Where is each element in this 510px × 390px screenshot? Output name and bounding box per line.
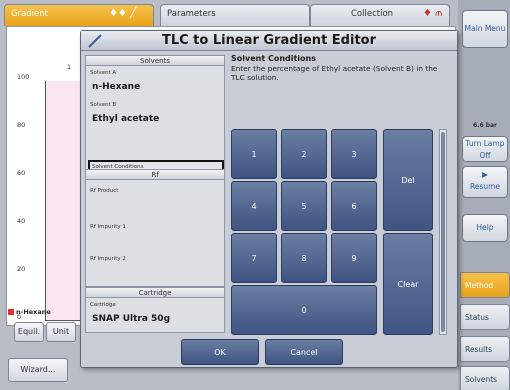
- tab-gradient-label: Gradient: [11, 9, 48, 19]
- solvents-group: Solvents Solvent A n-Hexane Solvent B Et…: [85, 55, 225, 192]
- cartridge-group-title: Cartridge: [86, 288, 224, 298]
- rf-impurity-1-field[interactable]: Rf Impurity 1: [90, 224, 126, 230]
- tlc-gradient-editor-dialog: TLC to Linear Gradient Editor Solvents S…: [80, 30, 458, 368]
- rf-group: Rf Rf Product Rf Impurity 1 Rf Impurity …: [85, 169, 225, 287]
- key-3[interactable]: 3: [331, 129, 377, 179]
- turn-lamp-off-button[interactable]: Turn Lamp Off: [462, 136, 508, 162]
- scrollbar-thumb[interactable]: [441, 132, 445, 332]
- solvents-group-title: Solvents: [86, 56, 224, 66]
- equil-button[interactable]: Equil.: [14, 322, 44, 342]
- key-7[interactable]: 7: [231, 233, 277, 283]
- y-tick-80: 80: [17, 121, 26, 129]
- side-tab-status[interactable]: Status: [460, 304, 510, 330]
- y-tick-60: 60: [17, 169, 26, 177]
- tab-gradient[interactable]: Gradient ♦♦ ╱: [4, 4, 154, 26]
- key-8[interactable]: 8: [281, 233, 327, 283]
- cancel-button[interactable]: Cancel: [265, 339, 343, 365]
- unit-button[interactable]: Unit: [46, 322, 76, 342]
- cartridge-label: Cartridge: [90, 302, 116, 308]
- description-text: Enter the percentage of Ethyl acetate (S…: [231, 64, 438, 82]
- legend-label: n-Hexane: [16, 308, 51, 316]
- key-1[interactable]: 1: [231, 129, 277, 179]
- tab-parameters[interactable]: Parameters: [160, 4, 310, 26]
- cartridge-group: Cartridge Cartridge SNAP Ultra 50g: [85, 287, 225, 333]
- solvent-b-value[interactable]: Ethyl acetate: [92, 114, 159, 124]
- side-tab-results[interactable]: Results: [460, 336, 510, 362]
- resume-button[interactable]: ▶ Resume: [462, 166, 508, 198]
- dialog-title: TLC to Linear Gradient Editor: [161, 33, 377, 48]
- dialog-scrollbar[interactable]: [439, 129, 447, 335]
- key-5[interactable]: 5: [281, 181, 327, 231]
- solvent-a-label: Solvent A: [90, 70, 117, 76]
- ok-button[interactable]: OK: [181, 339, 259, 365]
- solvent-a-value[interactable]: n-Hexane: [92, 82, 140, 92]
- solvent-b-label: Solvent B: [90, 102, 117, 108]
- side-tab-solvents[interactable]: Solvents: [460, 366, 510, 390]
- key-6[interactable]: 6: [331, 181, 377, 231]
- side-tab-method[interactable]: Method: [460, 272, 510, 298]
- description-title: Solvent Conditions: [231, 54, 316, 63]
- key-4[interactable]: 4: [231, 181, 277, 231]
- help-button[interactable]: Help: [462, 214, 508, 242]
- pressure-readout: 6.6 bar: [472, 122, 498, 129]
- key-9[interactable]: 9: [331, 233, 377, 283]
- tab-collection-label: Collection: [351, 9, 394, 19]
- resume-label: Resume: [469, 182, 501, 191]
- wizard-button[interactable]: Wizard...: [8, 358, 68, 382]
- cartridge-value[interactable]: SNAP Ultra 50g: [92, 314, 170, 324]
- main-menu-button[interactable]: Main Menu: [462, 10, 508, 48]
- legend-swatch: [8, 309, 14, 315]
- x-axis-mark: 1: [67, 63, 72, 71]
- tab-collection[interactable]: Collection ♦ ⫙: [310, 4, 450, 26]
- y-tick-40: 40: [17, 217, 26, 225]
- legend-n-hexane: n-Hexane: [8, 308, 51, 316]
- rf-group-title: Rf: [86, 170, 224, 180]
- clear-key[interactable]: Clear: [383, 233, 433, 335]
- y-tick-20: 20: [17, 265, 26, 273]
- dialog-titlebar: TLC to Linear Gradient Editor: [81, 31, 457, 51]
- gradient-shape-icon: ♦♦ ╱: [109, 8, 137, 19]
- rf-product-field[interactable]: Rf Product: [90, 188, 118, 194]
- delete-key[interactable]: Del: [383, 129, 433, 231]
- tab-parameters-label: Parameters: [167, 9, 216, 19]
- y-tick-100: 100: [17, 73, 30, 81]
- key-2[interactable]: 2: [281, 129, 327, 179]
- collection-tubes-icon: ♦ ⫙: [423, 8, 443, 19]
- rf-impurity-2-field[interactable]: Rf Impurity 2: [90, 256, 126, 262]
- play-icon: ▶: [482, 170, 488, 179]
- key-0[interactable]: 0: [231, 285, 377, 335]
- side-panel: Main Menu 6.6 bar Turn Lamp Off ▶ Resume…: [458, 0, 510, 390]
